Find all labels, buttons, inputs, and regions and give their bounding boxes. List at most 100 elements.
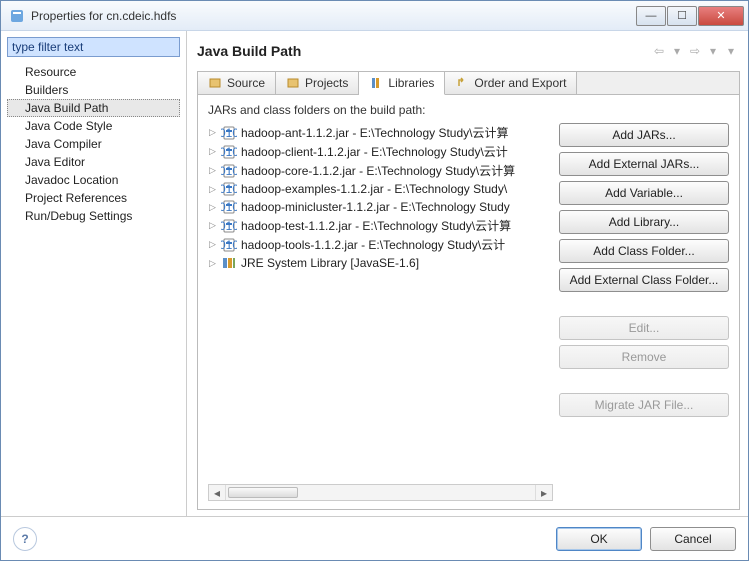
svg-text:010: 010 [221, 164, 237, 178]
add-external-jars-button[interactable]: Add External JARs... [559, 152, 729, 176]
properties-dialog: Properties for cn.cdeic.hdfs — ☐ ✕ Resou… [0, 0, 749, 561]
expand-icon[interactable]: ▷ [208, 203, 217, 212]
sidebar-item-java-build-path[interactable]: Java Build Path [7, 99, 180, 117]
list-item[interactable]: ▷ 010 hadoop-tools-1.1.2.jar - E:\Technolo… [208, 235, 553, 254]
add-jars-button[interactable]: Add JARs... [559, 123, 729, 147]
libraries-panel: JARs and class folders on the build path… [198, 95, 739, 509]
expand-icon[interactable]: ▷ [208, 166, 217, 175]
svg-text:010: 010 [221, 145, 237, 159]
chevron-down-icon[interactable]: ▾ [670, 44, 684, 58]
sidebar-item-builders[interactable]: Builders [7, 81, 180, 99]
svg-text:010: 010 [221, 238, 237, 252]
jar-list[interactable]: ▷ 010 hadoop-ant-1.1.2.jar - E:\Technology… [208, 123, 553, 501]
page-header: Java Build Path ⇦ ▾ ⇨ ▾ ▾ [197, 37, 740, 65]
horizontal-scrollbar[interactable]: ◂ ▸ [208, 484, 553, 501]
tab-label: Order and Export [474, 76, 566, 90]
maximize-button[interactable]: ☐ [667, 6, 697, 26]
app-icon [9, 8, 25, 24]
dialog-footer: ? OK Cancel [1, 516, 748, 560]
jars-label: JARs and class folders on the build path… [208, 103, 729, 117]
jars-area: ▷ 010 hadoop-ant-1.1.2.jar - E:\Technology… [208, 123, 729, 501]
scroll-thumb[interactable] [228, 487, 298, 498]
forward-icon[interactable]: ⇨ [688, 44, 702, 58]
svg-text:010: 010 [221, 200, 237, 214]
migrate-jar-button: Migrate JAR File... [559, 393, 729, 417]
add-external-class-folder-button[interactable]: Add External Class Folder... [559, 268, 729, 292]
libraries-icon [369, 76, 383, 90]
svg-text:010: 010 [221, 219, 237, 233]
list-item-label: hadoop-test-1.1.2.jar - E:\Technology St… [241, 217, 511, 234]
list-item[interactable]: ▷ 010 hadoop-ant-1.1.2.jar - E:\Technology… [208, 123, 553, 142]
sidebar-item-resource[interactable]: Resource [7, 63, 180, 81]
jar-icon: 010 [221, 163, 237, 179]
list-item[interactable]: ▷ 010 hadoop-test-1.1.2.jar - E:\Technolog… [208, 216, 553, 235]
expand-icon[interactable]: ▷ [208, 185, 217, 194]
add-library-button[interactable]: Add Library... [559, 210, 729, 234]
menu-icon[interactable]: ▾ [724, 44, 738, 58]
sidebar-item-java-compiler[interactable]: Java Compiler [7, 135, 180, 153]
scroll-left-icon[interactable]: ◂ [209, 485, 226, 500]
list-item-label: hadoop-tools-1.1.2.jar - E:\Technology S… [241, 236, 505, 253]
add-class-folder-button[interactable]: Add Class Folder... [559, 239, 729, 263]
list-item-label: hadoop-client-1.1.2.jar - E:\Technology … [241, 143, 508, 160]
projects-icon [286, 76, 300, 90]
close-button[interactable]: ✕ [698, 6, 744, 26]
expand-icon[interactable]: ▷ [208, 128, 217, 137]
list-item[interactable]: ▷ 010 hadoop-core-1.1.2.jar - E:\Technolog… [208, 161, 553, 180]
list-item-label: JRE System Library [JavaSE-1.6] [241, 256, 419, 270]
filter-input[interactable] [7, 37, 180, 57]
expand-icon[interactable]: ▷ [208, 221, 217, 230]
order-export-icon [455, 76, 469, 90]
list-item[interactable]: ▷ JRE System Library [JavaSE-1.6] [208, 254, 553, 272]
tabs: Source Projects Libraries Order and Expo… [198, 72, 739, 95]
source-icon [208, 76, 222, 90]
sidebar-item-run-debug-settings[interactable]: Run/Debug Settings [7, 207, 180, 225]
expand-icon[interactable]: ▷ [208, 147, 217, 156]
tab-projects[interactable]: Projects [276, 72, 359, 94]
chevron-down-icon[interactable]: ▾ [706, 44, 720, 58]
sidebar-item-java-editor[interactable]: Java Editor [7, 153, 180, 171]
category-tree: Resource Builders Java Build Path Java C… [7, 63, 180, 225]
jar-icon: 010 [221, 125, 237, 141]
tab-label: Projects [305, 76, 348, 90]
add-variable-button[interactable]: Add Variable... [559, 181, 729, 205]
expand-icon[interactable]: ▷ [208, 259, 217, 268]
list-item[interactable]: ▷ 010 hadoop-minicluster-1.1.2.jar - E:\Te… [208, 198, 553, 216]
scroll-right-icon[interactable]: ▸ [535, 485, 552, 500]
library-icon [221, 255, 237, 271]
back-icon[interactable]: ⇦ [652, 44, 666, 58]
list-item[interactable]: ▷ 010 hadoop-client-1.1.2.jar - E:\Technol… [208, 142, 553, 161]
help-icon[interactable]: ? [13, 527, 37, 551]
edit-button: Edit... [559, 316, 729, 340]
list-item-label: hadoop-minicluster-1.1.2.jar - E:\Techno… [241, 200, 510, 214]
window-controls: — ☐ ✕ [636, 6, 744, 26]
cancel-button[interactable]: Cancel [650, 527, 736, 551]
sidebar-item-java-code-style[interactable]: Java Code Style [7, 117, 180, 135]
sidebar: Resource Builders Java Build Path Java C… [1, 31, 187, 516]
tab-label: Libraries [388, 76, 434, 90]
tab-source[interactable]: Source [198, 72, 276, 94]
dialog-body: Resource Builders Java Build Path Java C… [1, 31, 748, 516]
tab-libraries[interactable]: Libraries [359, 72, 445, 95]
window-title: Properties for cn.cdeic.hdfs [31, 9, 636, 23]
svg-text:010: 010 [221, 182, 237, 196]
remove-button: Remove [559, 345, 729, 369]
list-item[interactable]: ▷ 010 hadoop-examples-1.1.2.jar - E:\Techn… [208, 180, 553, 198]
tab-order-export[interactable]: Order and Export [445, 72, 577, 94]
svg-text:010: 010 [221, 126, 237, 140]
ok-button[interactable]: OK [556, 527, 642, 551]
jar-icon: 010 [221, 199, 237, 215]
jar-icon: 010 [221, 144, 237, 160]
minimize-button[interactable]: — [636, 6, 666, 26]
titlebar[interactable]: Properties for cn.cdeic.hdfs — ☐ ✕ [1, 1, 748, 31]
list-item-label: hadoop-ant-1.1.2.jar - E:\Technology Stu… [241, 124, 508, 141]
sidebar-item-project-references[interactable]: Project References [7, 189, 180, 207]
list-item-label: hadoop-examples-1.1.2.jar - E:\Technolog… [241, 182, 507, 196]
jar-icon: 010 [221, 181, 237, 197]
main-panel: Java Build Path ⇦ ▾ ⇨ ▾ ▾ Source Project… [187, 31, 748, 516]
tabs-container: Source Projects Libraries Order and Expo… [197, 71, 740, 510]
sidebar-item-javadoc-location[interactable]: Javadoc Location [7, 171, 180, 189]
expand-icon[interactable]: ▷ [208, 240, 217, 249]
list-item-label: hadoop-core-1.1.2.jar - E:\Technology St… [241, 162, 515, 179]
jar-icon: 010 [221, 218, 237, 234]
